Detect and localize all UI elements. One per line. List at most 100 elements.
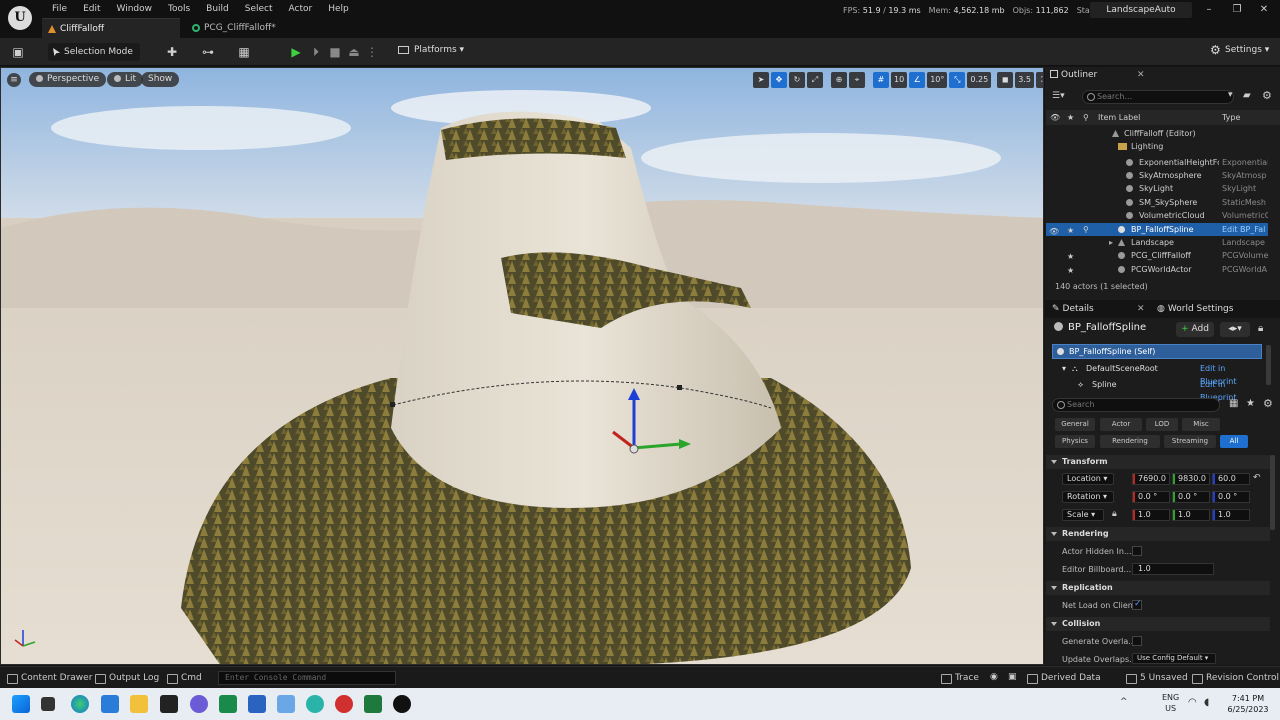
output-log-button[interactable]: Output Log: [95, 673, 159, 684]
pin-column-icon[interactable]: ⚲: [1083, 110, 1089, 125]
cinematics-icon[interactable]: ▦: [236, 44, 252, 60]
revision-control-button[interactable]: Revision Control: [1192, 673, 1279, 684]
eject-icon[interactable]: ⏏: [346, 44, 362, 60]
location-z-field[interactable]: 60.0: [1212, 473, 1250, 485]
outliner-row[interactable]: ★ PCG_CliffFalloff PCGVolume: [1046, 249, 1268, 262]
search-dropdown-icon[interactable]: ▾: [1228, 90, 1233, 100]
close-window-icon[interactable]: ✕: [1255, 3, 1273, 17]
filter-rendering[interactable]: Rendering: [1100, 435, 1160, 448]
editor-billboard-field[interactable]: 1.0: [1132, 563, 1214, 575]
outliner-row[interactable]: ★ PCGWorldActor PCGWorldA: [1046, 263, 1268, 276]
content-drawer-button[interactable]: Content Drawer: [7, 673, 92, 684]
menu-file[interactable]: File: [44, 2, 75, 16]
filter-lod[interactable]: LOD: [1146, 418, 1178, 431]
reset-location-icon[interactable]: ↶: [1253, 473, 1261, 483]
collapse-arrow-icon[interactable]: ▾: [1062, 362, 1066, 375]
gizmo-pivot[interactable]: [629, 444, 639, 454]
details-search-input[interactable]: Search: [1052, 398, 1220, 412]
components-scrollbar[interactable]: [1266, 345, 1271, 385]
filter-icon[interactable]: ☰▾: [1052, 91, 1065, 101]
chat-app-icon[interactable]: [306, 695, 324, 713]
outliner-row[interactable]: CliffFalloff (Editor): [1046, 127, 1268, 140]
windows-start-icon[interactable]: [12, 695, 30, 713]
outliner-tab[interactable]: Outliner: [1050, 67, 1097, 83]
file-explorer-icon[interactable]: [130, 695, 148, 713]
lit-dropdown[interactable]: Lit: [107, 72, 144, 87]
outliner-row[interactable]: ExponentialHeightFo Exponential: [1046, 156, 1268, 169]
favorite-icon[interactable]: ★: [1067, 264, 1074, 277]
filter-streaming[interactable]: Streaming: [1164, 435, 1216, 448]
visibility-column-icon[interactable]: 👁: [1050, 110, 1060, 125]
outliner-row[interactable]: ▸ Landscape Landscape: [1046, 236, 1268, 249]
menu-select[interactable]: Select: [237, 2, 281, 16]
tab-level[interactable]: CliffFalloff: [42, 18, 180, 38]
scale-lock-icon[interactable]: 🔒︎: [1112, 509, 1117, 519]
scale-tool-icon[interactable]: ⤢: [807, 72, 823, 88]
save-icon[interactable]: ▣: [10, 44, 26, 60]
details-tab[interactable]: ✎ Details: [1052, 301, 1094, 317]
outliner-settings-icon[interactable]: ⚙: [1262, 89, 1272, 102]
console-command-input[interactable]: Enter Console Command: [218, 671, 396, 685]
camera-speed-icon[interactable]: ◼: [997, 72, 1014, 88]
volume-icon[interactable]: ◖: [1204, 697, 1209, 708]
translate-tool-icon[interactable]: ✥: [771, 72, 787, 88]
scale-mode-dropdown[interactable]: Scale ▾: [1062, 509, 1104, 521]
tray-overflow-icon[interactable]: ^: [1120, 697, 1128, 707]
menu-help[interactable]: Help: [320, 2, 357, 16]
favorite-column-icon[interactable]: ★: [1067, 110, 1074, 125]
generate-overlap-checkbox[interactable]: [1132, 636, 1142, 646]
taskbar-clock[interactable]: 7:41 PM 6/25/2023: [1226, 693, 1270, 715]
surface-snap-icon[interactable]: ⌖: [849, 72, 865, 88]
transform-section-header[interactable]: Transform: [1046, 455, 1270, 469]
outliner-row[interactable]: SkyAtmosphere SkyAtmosp: [1046, 169, 1268, 182]
stop-icon[interactable]: ■: [327, 44, 343, 60]
settings-button[interactable]: ⚙ Settings ▾: [1210, 43, 1269, 57]
scale-snap-value[interactable]: 0.25: [967, 72, 992, 88]
item-label-header[interactable]: Item Label: [1098, 110, 1140, 125]
grid-snap-value[interactable]: 10: [891, 72, 908, 88]
blueprint-options-icon[interactable]: ◂▸▾: [1220, 322, 1250, 337]
outliner-close-icon[interactable]: ✕: [1137, 70, 1145, 80]
menu-window[interactable]: Window: [109, 2, 161, 16]
world-space-icon[interactable]: ⊕: [831, 72, 847, 88]
details-scrollbar[interactable]: [1270, 455, 1275, 530]
rotation-snap-value[interactable]: 10°: [927, 72, 948, 88]
outliner-row[interactable]: SkyLight SkyLight: [1046, 182, 1268, 195]
actor-hidden-checkbox[interactable]: [1132, 546, 1142, 556]
scale-x-field[interactable]: 1.0: [1132, 509, 1170, 521]
lock-icon[interactable]: 🔒︎: [1258, 323, 1263, 334]
cmd-dropdown[interactable]: Cmd: [167, 673, 202, 684]
menu-actor[interactable]: Actor: [281, 2, 321, 16]
replication-section-header[interactable]: Replication: [1046, 581, 1270, 595]
viewport-menu-icon[interactable]: ≡: [7, 73, 21, 87]
outliner-row[interactable]: VolumetricCloud VolumetricC: [1046, 209, 1268, 222]
filter-actor[interactable]: Actor: [1100, 418, 1142, 431]
component-spline[interactable]: ⟡ Spline Edit in Blueprint: [1060, 378, 1262, 402]
camera-speed-value[interactable]: 3.5: [1015, 72, 1034, 88]
trace-options-icon[interactable]: ◉: [990, 672, 998, 682]
headset-app-icon[interactable]: [335, 695, 353, 713]
unreal-logo-icon[interactable]: U: [8, 6, 32, 30]
record-icon[interactable]: ▣: [1008, 672, 1017, 682]
filter-physics[interactable]: Physics: [1055, 435, 1095, 448]
minimize-icon[interactable]: –: [1200, 3, 1218, 17]
derived-data-button[interactable]: Derived Data: [1027, 673, 1101, 684]
outliner-row[interactable]: SM_SkySphere StaticMesh: [1046, 196, 1268, 209]
step-icon[interactable]: ⏵: [308, 44, 324, 60]
add-content-icon[interactable]: ✚: [164, 44, 180, 60]
selection-mode-dropdown[interactable]: Selection Mode ▾: [48, 43, 140, 75]
spline-point[interactable]: [390, 402, 395, 407]
spline-point[interactable]: [677, 385, 682, 390]
table-view-icon[interactable]: ▦: [1229, 398, 1238, 409]
trace-button[interactable]: Trace: [941, 673, 979, 684]
menu-build[interactable]: Build: [198, 2, 237, 16]
play-options-icon[interactable]: ⋮: [364, 44, 380, 60]
favorite-icon[interactable]: ★: [1067, 250, 1074, 263]
rotate-tool-icon[interactable]: ↻: [789, 72, 805, 88]
level-viewport[interactable]: ≡ Perspective Lit Show ➤ ✥ ↻ ⤢ ⊕ ⌖ # 10 …: [0, 67, 1044, 665]
unreal-taskbar-icon[interactable]: [393, 695, 411, 713]
row-type-link[interactable]: Edit BP_Fal: [1222, 223, 1268, 236]
net-load-checkbox[interactable]: [1132, 599, 1142, 610]
rotation-z-field[interactable]: 0.0 °: [1212, 491, 1250, 503]
rotation-mode-dropdown[interactable]: Rotation ▾: [1062, 491, 1114, 503]
